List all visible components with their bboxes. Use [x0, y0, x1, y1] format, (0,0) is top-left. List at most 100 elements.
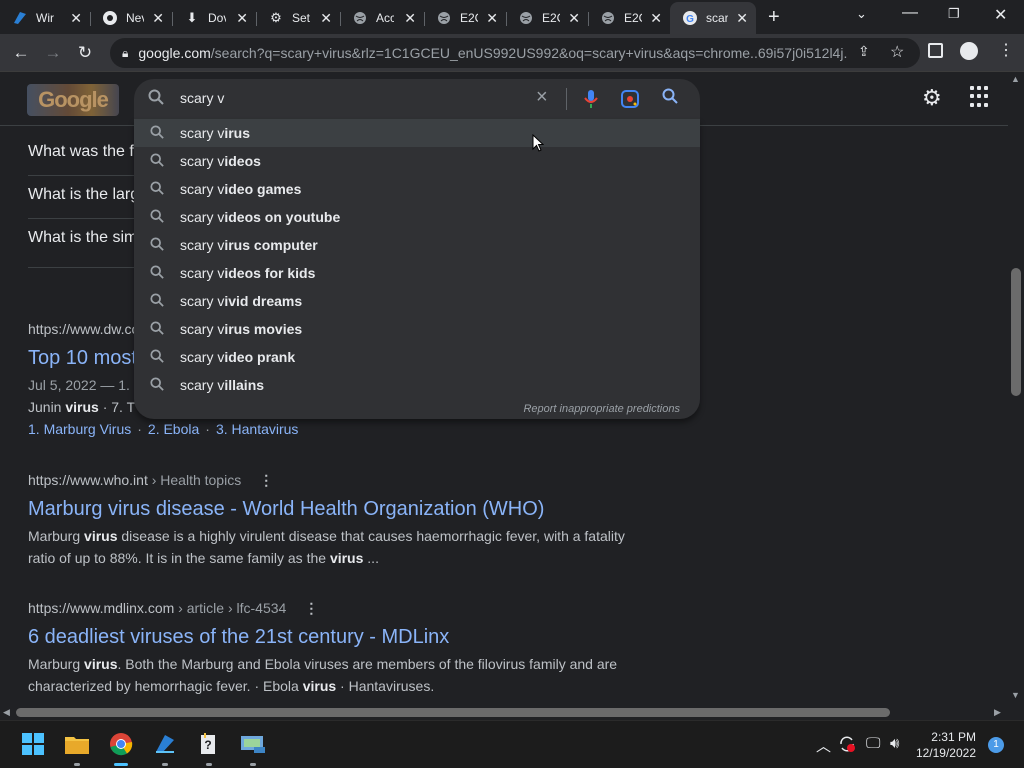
profile-avatar[interactable] — [960, 42, 978, 60]
volume-icon[interactable]: 🔊︎ — [890, 735, 899, 752]
minimize-button[interactable]: — — [902, 4, 918, 22]
horizontal-scrollbar[interactable]: ◀ ▶ — [0, 704, 1008, 720]
sync-alert-icon[interactable] — [838, 735, 856, 757]
vertical-scrollbar[interactable]: ▲ ▼ — [1008, 72, 1024, 704]
date: 12/19/2022 — [915, 746, 976, 760]
address-bar[interactable]: 🔒︎ google.com/search?q=scary+virus&rlz=1… — [110, 38, 920, 68]
tab-3[interactable]: ⚙ Sett ✕ — [256, 4, 341, 32]
tab-2[interactable]: ⬇ Dov ✕ — [172, 4, 257, 32]
close-icon[interactable]: ✕ — [70, 10, 82, 27]
file-explorer-icon[interactable] — [64, 731, 90, 757]
new-tab-button[interactable]: + — [768, 6, 780, 29]
report-predictions-link[interactable]: Report inappropriate predictions — [523, 403, 680, 415]
time: 2:31 PM — [931, 730, 976, 744]
suggestion-item[interactable]: scary video games — [134, 175, 700, 203]
tab-8-active[interactable]: G scar ✕ — [670, 2, 756, 34]
search-input[interactable]: scary v — [180, 90, 224, 106]
network-app-icon[interactable] — [240, 731, 266, 757]
windows-start-icon[interactable] — [20, 731, 46, 757]
notification-badge[interactable]: 1 — [988, 737, 1004, 753]
suggestion-prefix: scary v — [180, 209, 225, 225]
forward-button[interactable]: → — [40, 40, 66, 66]
google-doodle-logo[interactable]: Google — [27, 84, 119, 116]
google-lens-icon[interactable] — [620, 89, 640, 109]
sitelink-1[interactable]: 1. Marburg Virus — [28, 421, 131, 437]
edge-like-icon — [12, 10, 28, 26]
close-icon[interactable]: ✕ — [236, 10, 248, 27]
bookmark-star-icon[interactable]: ☆ — [890, 42, 904, 62]
show-hidden-icons-chevron-icon[interactable]: ︿ — [816, 735, 831, 756]
result-1-title[interactable]: Top 10 most — [28, 347, 137, 370]
side-panel-icon[interactable] — [928, 43, 943, 58]
result-2-cite[interactable]: https://www.who.int › Health topics ⋮ — [28, 472, 273, 489]
search-submit-icon[interactable] — [662, 88, 678, 109]
separator-dot: · — [205, 421, 210, 437]
scroll-down-arrow-icon[interactable]: ▼ — [1011, 690, 1020, 700]
close-icon[interactable]: ✕ — [736, 10, 748, 27]
result-3-cite[interactable]: https://www.mdlinx.com › article › lfc-4… — [28, 600, 318, 617]
close-window-button[interactable]: ✕ — [994, 5, 1007, 25]
search-box[interactable]: scary v × — [134, 79, 700, 119]
paa-question-3[interactable]: What is the sim — [28, 229, 137, 247]
autocomplete-dropdown: scary virus scary videos scary video games… — [134, 119, 700, 419]
paa-question-2[interactable]: What is the larg — [28, 186, 139, 204]
more-options-icon[interactable]: ⋮ — [259, 472, 273, 488]
scroll-up-arrow-icon[interactable]: ▲ — [1011, 74, 1020, 84]
microphone-icon[interactable] — [581, 88, 601, 110]
tab-1[interactable]: Nev ✕ — [90, 4, 173, 32]
more-options-icon[interactable]: ⋮ — [304, 600, 318, 616]
tab-0[interactable]: Wir ✕ — [0, 4, 91, 32]
tab-7[interactable]: E2C ✕ — [588, 4, 670, 32]
tab-4[interactable]: Acc ✕ — [340, 4, 425, 32]
tab-5[interactable]: E2C ✕ — [424, 4, 507, 32]
share-icon[interactable]: ⇪ — [858, 43, 870, 60]
scrollbar-thumb[interactable] — [1011, 268, 1021, 396]
notepad-help-icon[interactable]: ? — [196, 731, 222, 757]
suggestion-item[interactable]: scary virus computer — [134, 231, 700, 259]
close-icon[interactable]: ✕ — [404, 10, 416, 27]
sitelink-3[interactable]: 3. Hantavirus — [216, 421, 298, 437]
scrollbar-thumb[interactable] — [16, 708, 890, 717]
suggestion-item[interactable]: scary videos — [134, 147, 700, 175]
suggestion-completion: ideo prank — [224, 349, 296, 365]
search-icon — [150, 124, 164, 142]
close-icon[interactable]: ✕ — [486, 10, 498, 27]
suggestion-item[interactable]: scary virus movies — [134, 315, 700, 343]
scroll-left-arrow-icon[interactable]: ◀ — [3, 707, 10, 718]
reload-button[interactable]: ↻ — [72, 40, 98, 66]
menu-kebab-icon[interactable]: ⋮ — [998, 40, 1014, 60]
snippet-bold: virus — [329, 550, 364, 566]
close-icon[interactable]: ✕ — [568, 10, 580, 27]
settings-gear-icon[interactable]: ⚙ — [922, 85, 942, 111]
google-apps-grid-icon[interactable] — [970, 86, 992, 108]
suggestion-item[interactable]: scary vivid dreams — [134, 287, 700, 315]
close-icon[interactable]: ✕ — [650, 10, 662, 27]
back-button[interactable]: ← — [8, 40, 34, 66]
result-1-cite[interactable]: https://www.dw.co — [28, 321, 139, 337]
result-3-title[interactable]: 6 deadliest viruses of the 21st century … — [28, 626, 449, 649]
network-icon[interactable]: 🖵︎ — [866, 735, 880, 752]
url-text[interactable]: google.com/search?q=scary+virus&rlz=1C1G… — [138, 45, 848, 61]
paa-question-1[interactable]: What was the f — [28, 143, 134, 161]
scroll-right-arrow-icon[interactable]: ▶ — [994, 707, 1001, 718]
suggestion-completion: irus — [224, 125, 251, 141]
chrome-icon[interactable] — [108, 731, 134, 757]
tab-search-chevron-icon[interactable]: ⌄ — [856, 6, 867, 22]
suggestion-item[interactable]: scary villains — [134, 371, 700, 399]
tab-6[interactable]: E2C ✕ — [506, 4, 589, 32]
suggestion-item[interactable]: scary video prank — [134, 343, 700, 371]
snippet-bold: virus — [302, 678, 337, 694]
taskbar-clock[interactable]: 2:31 PM 12/19/2022 — [912, 729, 976, 761]
suggestion-item[interactable]: scary videos for kids — [134, 259, 700, 287]
result-2-title[interactable]: Marburg virus disease - World Health Org… — [28, 498, 544, 521]
close-icon[interactable]: ✕ — [152, 10, 164, 27]
app-fin-icon[interactable] — [152, 731, 178, 757]
url-path: /search?q=scary+virus&rlz=1C1GCEU_enUS99… — [210, 45, 849, 61]
restore-button[interactable]: ❐ — [948, 6, 960, 22]
lock-icon[interactable]: 🔒︎ — [122, 46, 128, 61]
suggestion-item[interactable]: scary videos on youtube — [134, 203, 700, 231]
suggestion-item[interactable]: scary virus — [134, 119, 700, 147]
close-icon[interactable]: ✕ — [320, 10, 332, 27]
sitelink-2[interactable]: 2. Ebola — [148, 421, 199, 437]
clear-search-button[interactable]: × — [536, 86, 548, 109]
